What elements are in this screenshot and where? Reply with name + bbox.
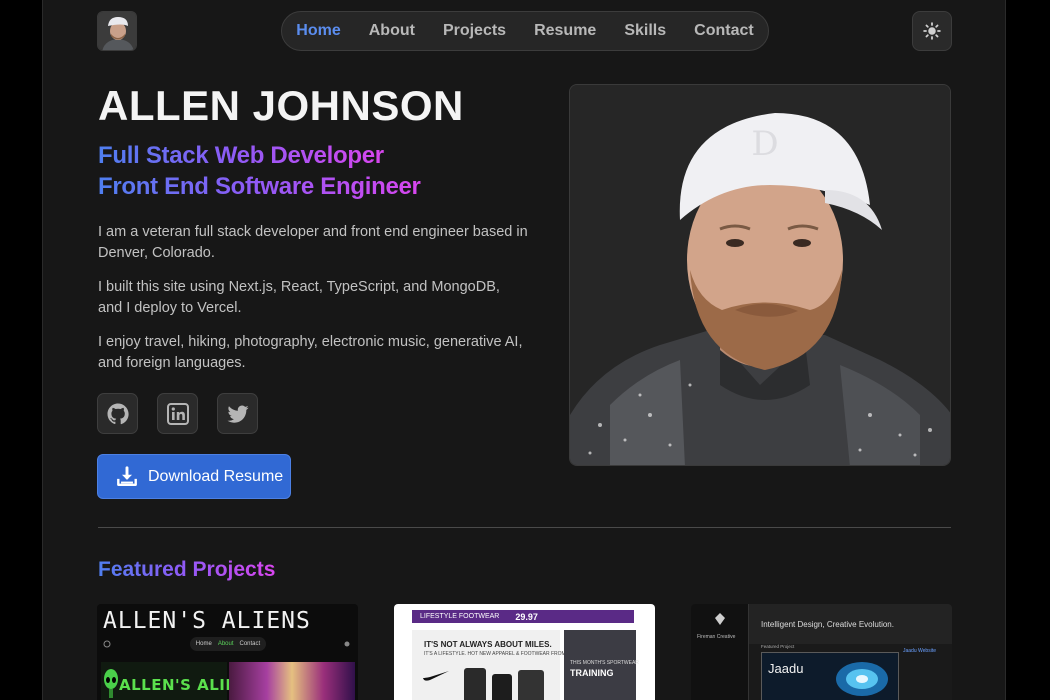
twitter-icon — [227, 405, 248, 423]
jaadu-logo-icon — [715, 613, 725, 625]
svg-text:D: D — [751, 124, 778, 164]
nike-banner-price: 29.97 — [515, 611, 538, 622]
page-title: ALLEN JOHNSON — [98, 82, 464, 129]
nav-about[interactable]: About — [369, 22, 415, 40]
bio-paragraph-3: I enjoy travel, hiking, photography, ele… — [98, 334, 523, 371]
project-card-allens-aliens[interactable]: ALLEN'S ALIENS Home About Contact ALLEN'… — [97, 604, 358, 700]
jaadu-tagline: Intelligent Design, Creative Evolution. — [761, 620, 894, 629]
linkedin-icon — [166, 402, 189, 425]
aliens-site-nav: Home About Contact — [190, 637, 266, 651]
main-nav: Home About Projects Resume Skills Contac… — [281, 11, 769, 51]
bio-paragraph-1: I am a veteran full stack developer and … — [98, 224, 528, 261]
page: Home About Projects Resume Skills Contac… — [42, 0, 1006, 700]
avatar[interactable] — [97, 11, 137, 51]
jaadu-featured-box: Jaadu — [761, 652, 899, 700]
nike-banner-left: LIFESTYLE FOOTWEAR — [420, 613, 500, 620]
download-resume-label: Download Resume — [148, 467, 284, 485]
project-card-nike[interactable]: LIFESTYLE FOOTWEAR 29.97 IT'S NOT ALWAYS… — [394, 604, 655, 700]
jaadu-right-title: Jaadu Website — [903, 648, 936, 654]
aliens-nav-contact: Contact — [239, 641, 261, 647]
github-link[interactable] — [97, 393, 138, 434]
sun-icon — [923, 22, 941, 40]
nike-side-big: TRAINING — [570, 668, 614, 678]
github-icon — [107, 403, 129, 424]
nav-projects[interactable]: Projects — [443, 22, 506, 40]
nike-swoosh-icon — [423, 671, 449, 681]
download-resume-button[interactable]: Download Resume — [97, 454, 291, 499]
twitter-link[interactable] — [217, 393, 258, 434]
jaadu-sidebar: Fireman Creative — [691, 604, 749, 700]
nav-home[interactable]: Home — [296, 22, 340, 40]
jaadu-sidebar-title: Fireman Creative — [697, 634, 736, 640]
alien-head-icon — [104, 669, 118, 698]
aliens-nav-about: About — [217, 641, 234, 647]
nike-side-promo: THIS MONTH'S SPORTWEAR TRAINING — [564, 630, 639, 700]
nav-contact[interactable]: Contact — [694, 22, 754, 40]
nike-subline: IT'S A LIFESTYLE. HOT NEW APPAREL & FOOT… — [424, 651, 579, 657]
jaadu-name: Jaadu — [768, 661, 804, 676]
profile-photo-image: D — [570, 85, 950, 465]
aliens-photo-strip — [229, 662, 355, 700]
aliens-hero-logo: ALLEN'S ALIENS — [101, 662, 260, 700]
project-card-jaadu[interactable]: Fireman Creative Intelligent Design, Cre… — [691, 604, 952, 700]
nike-hero: IT'S NOT ALWAYS ABOUT MILES. IT'S A LIFE… — [412, 630, 579, 700]
profile-photo: D — [569, 84, 951, 466]
section-divider — [98, 527, 951, 528]
nav-skills[interactable]: Skills — [624, 22, 666, 40]
avatar-image — [98, 12, 136, 50]
download-icon — [117, 465, 137, 486]
role-title-1: Full Stack Web Developer — [98, 142, 384, 169]
aliens-logo-icon — [103, 640, 111, 648]
nike-side-small: THIS MONTH'S SPORTWEAR — [570, 660, 639, 666]
nike-banner: LIFESTYLE FOOTWEAR 29.97 — [412, 610, 634, 623]
role-title-2: Front End Software Engineer — [98, 173, 421, 200]
nike-apparel-image — [464, 668, 544, 700]
featured-projects-title: Featured Projects — [98, 558, 276, 581]
nav-resume[interactable]: Resume — [534, 22, 596, 40]
aliens-theme-icon — [344, 641, 350, 647]
bio-paragraph-2: I built this site using Next.js, React, … — [98, 279, 500, 316]
aliens-site-title: ALLEN'S ALIENS — [103, 608, 311, 634]
linkedin-link[interactable] — [157, 393, 198, 434]
nike-headline: IT'S NOT ALWAYS ABOUT MILES. — [424, 640, 552, 649]
jaadu-featured-label: Featured Project — [761, 644, 795, 649]
aliens-nav-home: Home — [195, 641, 212, 647]
theme-toggle-button[interactable] — [912, 11, 952, 51]
jaadu-orb-image — [836, 662, 888, 696]
